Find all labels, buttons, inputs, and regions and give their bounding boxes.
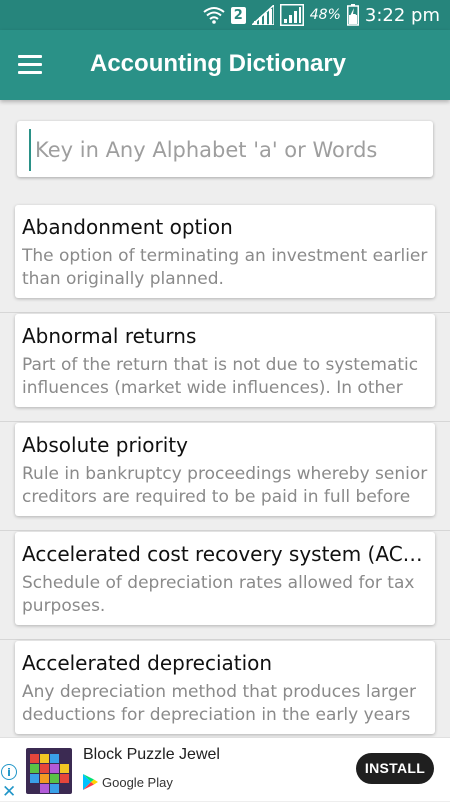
term-title: Abandonment option xyxy=(22,215,233,239)
page-title: Accounting Dictionary xyxy=(90,50,347,77)
status-icons: 2 48% 3:22 pm xyxy=(203,0,440,30)
term-title: Abnormal returns xyxy=(22,324,197,348)
term-card-accelerated-cost-recovery[interactable]: Accelerated cost recovery system (AC… Sc… xyxy=(15,532,435,625)
wifi-icon xyxy=(203,7,225,24)
signal-icon xyxy=(251,5,274,25)
hamburger-menu-icon[interactable] xyxy=(18,55,42,75)
term-description: The option of terminating an investment … xyxy=(22,246,428,289)
term-description: Part of the return that is not due to sy… xyxy=(22,355,419,398)
term-description: Any depreciation method that produces la… xyxy=(22,682,416,725)
install-button[interactable]: INSTALL xyxy=(356,753,434,784)
info-icon[interactable]: i xyxy=(1,764,17,780)
battery-percent: 48% xyxy=(309,7,341,23)
term-card-accelerated-depreciation[interactable]: Accelerated depreciation Any depreciatio… xyxy=(15,641,435,734)
term-title: Accelerated depreciation xyxy=(22,651,273,675)
list-item-wrapper: Accelerated cost recovery system (AC… Sc… xyxy=(0,531,450,640)
list-item-wrapper: Abandonment option The option of termina… xyxy=(0,204,450,313)
sim-slot-badge: 2 xyxy=(230,6,246,24)
term-card-abnormal-returns[interactable]: Abnormal returns Part of the return that… xyxy=(15,314,435,407)
app-bar: Accounting Dictionary xyxy=(0,30,450,100)
ad-app-icon xyxy=(26,748,72,794)
google-play-icon xyxy=(83,774,98,790)
close-icon[interactable]: ✕ xyxy=(2,782,16,802)
list-item-wrapper: Abnormal returns Part of the return that… xyxy=(0,313,450,422)
list-item-wrapper: Accelerated depreciation Any depreciatio… xyxy=(0,640,450,749)
term-card-abandonment-option[interactable]: Abandonment option The option of termina… xyxy=(15,205,435,298)
status-bar: 2 48% 3:22 pm xyxy=(0,0,450,30)
ad-app-name: Block Puzzle Jewel xyxy=(83,746,220,763)
list-item-wrapper: Absolute priority Rule in bankruptcy pro… xyxy=(0,422,450,531)
term-title: Absolute priority xyxy=(22,433,188,457)
store-name: Google Play xyxy=(102,775,173,790)
term-list: Abandonment option The option of termina… xyxy=(0,204,450,749)
search-box xyxy=(17,121,433,177)
term-card-absolute-priority[interactable]: Absolute priority Rule in bankruptcy pro… xyxy=(15,423,435,516)
term-description: Rule in bankruptcy proceedings whereby s… xyxy=(22,464,428,507)
search-input[interactable] xyxy=(29,129,427,171)
term-title: Accelerated cost recovery system (AC… xyxy=(22,542,423,566)
clock: 3:22 pm xyxy=(364,4,440,26)
signal-icon-secondary xyxy=(279,4,304,26)
battery-charging-icon xyxy=(346,4,359,26)
term-description: Schedule of depreciation rates allowed f… xyxy=(22,573,415,616)
